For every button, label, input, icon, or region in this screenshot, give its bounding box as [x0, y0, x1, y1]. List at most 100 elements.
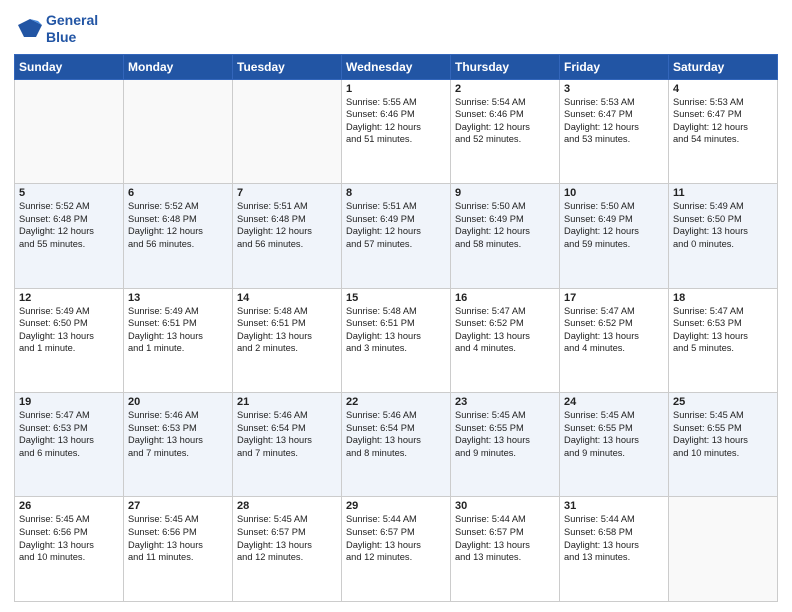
calendar-cell: 15Sunrise: 5:48 AM Sunset: 6:51 PM Dayli… [342, 288, 451, 392]
calendar-cell: 14Sunrise: 5:48 AM Sunset: 6:51 PM Dayli… [233, 288, 342, 392]
day-number: 21 [237, 396, 337, 408]
day-number: 29 [346, 500, 446, 512]
calendar-cell: 16Sunrise: 5:47 AM Sunset: 6:52 PM Dayli… [451, 288, 560, 392]
calendar-cell: 8Sunrise: 5:51 AM Sunset: 6:49 PM Daylig… [342, 184, 451, 288]
day-number: 12 [19, 292, 119, 304]
day-number: 26 [19, 500, 119, 512]
calendar-cell: 12Sunrise: 5:49 AM Sunset: 6:50 PM Dayli… [15, 288, 124, 392]
day-number: 6 [128, 187, 228, 199]
day-number: 4 [673, 83, 773, 95]
calendar-cell: 28Sunrise: 5:45 AM Sunset: 6:57 PM Dayli… [233, 497, 342, 602]
day-number: 13 [128, 292, 228, 304]
day-number: 9 [455, 187, 555, 199]
calendar-header-friday: Friday [560, 54, 669, 79]
calendar-week-row: 5Sunrise: 5:52 AM Sunset: 6:48 PM Daylig… [15, 184, 778, 288]
calendar-header-monday: Monday [124, 54, 233, 79]
calendar-cell: 18Sunrise: 5:47 AM Sunset: 6:53 PM Dayli… [669, 288, 778, 392]
calendar-cell: 3Sunrise: 5:53 AM Sunset: 6:47 PM Daylig… [560, 79, 669, 183]
day-info: Sunrise: 5:45 AM Sunset: 6:56 PM Dayligh… [128, 513, 228, 563]
day-number: 17 [564, 292, 664, 304]
calendar-cell [669, 497, 778, 602]
day-number: 22 [346, 396, 446, 408]
day-number: 30 [455, 500, 555, 512]
day-info: Sunrise: 5:47 AM Sunset: 6:53 PM Dayligh… [673, 305, 773, 355]
day-number: 5 [19, 187, 119, 199]
day-info: Sunrise: 5:53 AM Sunset: 6:47 PM Dayligh… [673, 96, 773, 146]
calendar-cell: 7Sunrise: 5:51 AM Sunset: 6:48 PM Daylig… [233, 184, 342, 288]
page: General Blue SundayMondayTuesdayWednesda… [0, 0, 792, 612]
day-info: Sunrise: 5:45 AM Sunset: 6:56 PM Dayligh… [19, 513, 119, 563]
day-number: 25 [673, 396, 773, 408]
day-number: 15 [346, 292, 446, 304]
calendar-cell: 5Sunrise: 5:52 AM Sunset: 6:48 PM Daylig… [15, 184, 124, 288]
calendar-cell: 26Sunrise: 5:45 AM Sunset: 6:56 PM Dayli… [15, 497, 124, 602]
calendar-week-row: 12Sunrise: 5:49 AM Sunset: 6:50 PM Dayli… [15, 288, 778, 392]
calendar-cell: 4Sunrise: 5:53 AM Sunset: 6:47 PM Daylig… [669, 79, 778, 183]
day-info: Sunrise: 5:49 AM Sunset: 6:50 PM Dayligh… [19, 305, 119, 355]
day-info: Sunrise: 5:45 AM Sunset: 6:57 PM Dayligh… [237, 513, 337, 563]
day-info: Sunrise: 5:51 AM Sunset: 6:48 PM Dayligh… [237, 200, 337, 250]
day-info: Sunrise: 5:49 AM Sunset: 6:51 PM Dayligh… [128, 305, 228, 355]
calendar-cell: 11Sunrise: 5:49 AM Sunset: 6:50 PM Dayli… [669, 184, 778, 288]
calendar-header-row: SundayMondayTuesdayWednesdayThursdayFrid… [15, 54, 778, 79]
calendar-cell: 24Sunrise: 5:45 AM Sunset: 6:55 PM Dayli… [560, 393, 669, 497]
day-number: 8 [346, 187, 446, 199]
calendar-week-row: 26Sunrise: 5:45 AM Sunset: 6:56 PM Dayli… [15, 497, 778, 602]
calendar-cell: 10Sunrise: 5:50 AM Sunset: 6:49 PM Dayli… [560, 184, 669, 288]
day-number: 27 [128, 500, 228, 512]
day-info: Sunrise: 5:47 AM Sunset: 6:52 PM Dayligh… [564, 305, 664, 355]
logo-icon [14, 15, 42, 43]
calendar-cell: 2Sunrise: 5:54 AM Sunset: 6:46 PM Daylig… [451, 79, 560, 183]
day-number: 31 [564, 500, 664, 512]
header: General Blue [14, 12, 778, 46]
day-number: 18 [673, 292, 773, 304]
day-info: Sunrise: 5:46 AM Sunset: 6:54 PM Dayligh… [237, 409, 337, 459]
day-info: Sunrise: 5:45 AM Sunset: 6:55 PM Dayligh… [455, 409, 555, 459]
day-info: Sunrise: 5:47 AM Sunset: 6:53 PM Dayligh… [19, 409, 119, 459]
day-number: 3 [564, 83, 664, 95]
day-info: Sunrise: 5:50 AM Sunset: 6:49 PM Dayligh… [455, 200, 555, 250]
calendar-cell: 20Sunrise: 5:46 AM Sunset: 6:53 PM Dayli… [124, 393, 233, 497]
day-info: Sunrise: 5:50 AM Sunset: 6:49 PM Dayligh… [564, 200, 664, 250]
calendar-header-sunday: Sunday [15, 54, 124, 79]
calendar-cell: 6Sunrise: 5:52 AM Sunset: 6:48 PM Daylig… [124, 184, 233, 288]
calendar-cell: 29Sunrise: 5:44 AM Sunset: 6:57 PM Dayli… [342, 497, 451, 602]
calendar-cell: 19Sunrise: 5:47 AM Sunset: 6:53 PM Dayli… [15, 393, 124, 497]
day-info: Sunrise: 5:51 AM Sunset: 6:49 PM Dayligh… [346, 200, 446, 250]
calendar-header-wednesday: Wednesday [342, 54, 451, 79]
calendar-cell: 21Sunrise: 5:46 AM Sunset: 6:54 PM Dayli… [233, 393, 342, 497]
day-number: 24 [564, 396, 664, 408]
calendar-week-row: 1Sunrise: 5:55 AM Sunset: 6:46 PM Daylig… [15, 79, 778, 183]
calendar-cell: 27Sunrise: 5:45 AM Sunset: 6:56 PM Dayli… [124, 497, 233, 602]
calendar-cell: 1Sunrise: 5:55 AM Sunset: 6:46 PM Daylig… [342, 79, 451, 183]
calendar-cell [15, 79, 124, 183]
day-info: Sunrise: 5:48 AM Sunset: 6:51 PM Dayligh… [237, 305, 337, 355]
day-info: Sunrise: 5:44 AM Sunset: 6:58 PM Dayligh… [564, 513, 664, 563]
calendar-table: SundayMondayTuesdayWednesdayThursdayFrid… [14, 54, 778, 602]
day-number: 11 [673, 187, 773, 199]
day-number: 19 [19, 396, 119, 408]
day-number: 2 [455, 83, 555, 95]
calendar-cell: 17Sunrise: 5:47 AM Sunset: 6:52 PM Dayli… [560, 288, 669, 392]
day-info: Sunrise: 5:48 AM Sunset: 6:51 PM Dayligh… [346, 305, 446, 355]
day-number: 23 [455, 396, 555, 408]
day-info: Sunrise: 5:46 AM Sunset: 6:54 PM Dayligh… [346, 409, 446, 459]
day-info: Sunrise: 5:45 AM Sunset: 6:55 PM Dayligh… [564, 409, 664, 459]
day-info: Sunrise: 5:54 AM Sunset: 6:46 PM Dayligh… [455, 96, 555, 146]
day-number: 1 [346, 83, 446, 95]
day-info: Sunrise: 5:55 AM Sunset: 6:46 PM Dayligh… [346, 96, 446, 146]
day-info: Sunrise: 5:47 AM Sunset: 6:52 PM Dayligh… [455, 305, 555, 355]
calendar-cell: 9Sunrise: 5:50 AM Sunset: 6:49 PM Daylig… [451, 184, 560, 288]
day-info: Sunrise: 5:52 AM Sunset: 6:48 PM Dayligh… [19, 200, 119, 250]
day-number: 7 [237, 187, 337, 199]
calendar-cell [233, 79, 342, 183]
day-number: 20 [128, 396, 228, 408]
calendar-cell: 25Sunrise: 5:45 AM Sunset: 6:55 PM Dayli… [669, 393, 778, 497]
day-info: Sunrise: 5:44 AM Sunset: 6:57 PM Dayligh… [346, 513, 446, 563]
calendar-header-thursday: Thursday [451, 54, 560, 79]
calendar-header-tuesday: Tuesday [233, 54, 342, 79]
logo-text: General Blue [46, 12, 98, 46]
day-number: 14 [237, 292, 337, 304]
day-info: Sunrise: 5:44 AM Sunset: 6:57 PM Dayligh… [455, 513, 555, 563]
day-info: Sunrise: 5:49 AM Sunset: 6:50 PM Dayligh… [673, 200, 773, 250]
